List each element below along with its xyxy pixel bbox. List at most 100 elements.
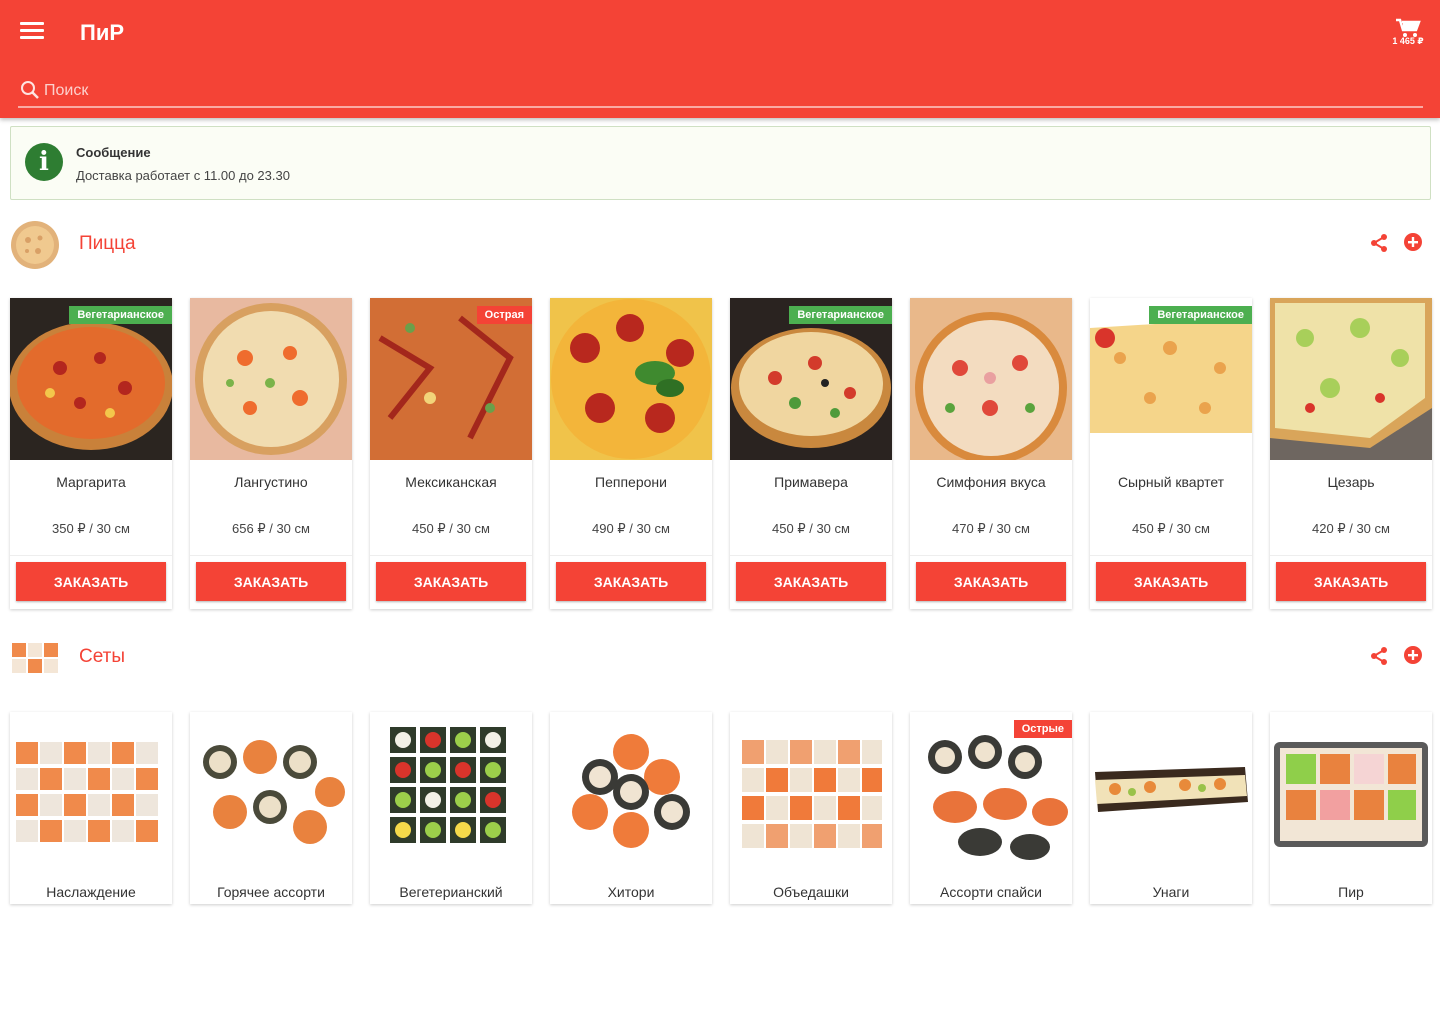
product-name: Цезарь [1327, 474, 1375, 490]
info-message: i Сообщение Доставка работает с 11.00 до… [10, 126, 1431, 200]
product-image: Вегетарианское [10, 298, 172, 460]
badge: Вегетарианское [1149, 306, 1252, 324]
menu-icon[interactable] [20, 22, 44, 42]
product-name: Объедашки [773, 884, 849, 900]
product-image [550, 298, 712, 460]
product-name: Наслаждение [46, 884, 136, 900]
product-card[interactable]: Лангустино 656 ₽ / 30 см ЗАКАЗАТЬ [190, 298, 352, 609]
product-card[interactable]: Цезарь 420 ₽ / 30 см ЗАКАЗАТЬ [1270, 298, 1432, 609]
product-price: 420 ₽ / 30 см [1312, 521, 1390, 536]
product-name: Симфония вкуса [936, 474, 1046, 490]
product-card[interactable]: Пепперони 490 ₽ / 30 см ЗАКАЗАТЬ [550, 298, 712, 609]
order-button[interactable]: ЗАКАЗАТЬ [196, 562, 346, 601]
product-image [10, 712, 172, 872]
order-button[interactable]: ЗАКАЗАТЬ [376, 562, 526, 601]
app-bar: ПиР 1 465 ₽ [0, 0, 1440, 118]
product-image [730, 712, 892, 872]
divider [1270, 555, 1432, 556]
product-name: Ассорти спайси [940, 884, 1042, 900]
cart-total: 1 465 ₽ [1392, 36, 1424, 46]
badge: Вегетарианское [69, 306, 172, 324]
product-image: Острая [370, 298, 532, 460]
product-price: 450 ₽ / 30 см [412, 521, 490, 536]
product-price: 490 ₽ / 30 см [592, 521, 670, 536]
product-price: 450 ₽ / 30 см [1132, 521, 1210, 536]
product-image: Вегетарианское [730, 298, 892, 460]
product-price: 656 ₽ / 30 см [232, 521, 310, 536]
product-image [190, 298, 352, 460]
product-card[interactable]: Горячее ассорти [190, 712, 352, 904]
product-card[interactable]: Вегетарианское Примавера 450 ₽ / 30 см З… [730, 298, 892, 609]
product-image: Острые [910, 712, 1072, 872]
order-button[interactable]: ЗАКАЗАТЬ [916, 562, 1066, 601]
product-name: Мексиканская [405, 474, 497, 490]
product-name: Маргарита [56, 474, 126, 490]
product-card[interactable]: Вегетерианский [370, 712, 532, 904]
message-title: Сообщение [76, 145, 151, 160]
product-card[interactable]: Вегетарианское Сырный квартет 450 ₽ / 30… [1090, 298, 1252, 609]
divider [1090, 555, 1252, 556]
product-card[interactable]: Хитори [550, 712, 712, 904]
search-input[interactable] [44, 78, 1414, 104]
product-name: Сырный квартет [1117, 474, 1225, 490]
search-icon [21, 81, 39, 99]
product-name: Вегетерианский [399, 884, 503, 900]
product-price: 350 ₽ / 30 см [52, 521, 130, 536]
section-header-pizza: Пицца [0, 216, 1440, 272]
order-button[interactable]: ЗАКАЗАТЬ [16, 562, 166, 601]
order-button[interactable]: ЗАКАЗАТЬ [1276, 562, 1426, 601]
product-image [1270, 298, 1432, 460]
product-card[interactable]: Наслаждение [10, 712, 172, 904]
section-title: Пицца [79, 233, 136, 254]
divider [370, 555, 532, 556]
product-card[interactable]: Унаги [1090, 712, 1252, 904]
section-header-sets: Сеты [0, 629, 1440, 685]
product-card[interactable]: Острая Мексиканская 450 ₽ / 30 см ЗАКАЗА… [370, 298, 532, 609]
order-button[interactable]: ЗАКАЗАТЬ [556, 562, 706, 601]
product-card[interactable]: Острые Ассорти спайси [910, 712, 1072, 904]
product-card[interactable]: Объедашки [730, 712, 892, 904]
product-card[interactable]: Вегетарианское Маргарита 350 ₽ / 30 см З… [10, 298, 172, 609]
product-image [1270, 712, 1432, 872]
product-name: Пир [1338, 884, 1364, 900]
product-card[interactable]: Пир [1270, 712, 1432, 904]
info-icon: i [25, 143, 63, 181]
badge: Вегетарианское [789, 306, 892, 324]
order-button[interactable]: ЗАКАЗАТЬ [1096, 562, 1246, 601]
pizza-list: Вегетарианское Маргарита 350 ₽ / 30 см З… [10, 298, 1440, 610]
cart-icon [1396, 18, 1421, 37]
add-circle-icon[interactable] [1402, 644, 1424, 666]
share-icon[interactable] [1368, 232, 1390, 254]
product-name: Хитори [607, 884, 655, 900]
product-name: Унаги [1152, 884, 1190, 900]
pizza-category-image [10, 220, 60, 270]
order-button[interactable]: ЗАКАЗАТЬ [736, 562, 886, 601]
add-circle-icon[interactable] [1402, 231, 1424, 253]
sets-category-image [10, 633, 60, 683]
product-price: 470 ₽ / 30 см [952, 521, 1030, 536]
divider [730, 555, 892, 556]
product-image [370, 712, 532, 872]
search-bar[interactable] [18, 78, 1423, 108]
share-icon[interactable] [1368, 645, 1390, 667]
product-image [550, 712, 712, 872]
divider [190, 555, 352, 556]
section-title: Сеты [79, 646, 126, 667]
product-name: Пепперони [595, 474, 667, 490]
badge: Острая [476, 306, 532, 324]
badge: Острые [1013, 720, 1072, 738]
product-name: Горячее ассорти [217, 884, 325, 900]
product-image [190, 712, 352, 872]
divider [910, 555, 1072, 556]
product-name: Лангустино [234, 474, 308, 490]
sets-list: Наслаждение Горячее ассорти Вегетерианск… [10, 712, 1440, 1024]
app-title: ПиР [80, 20, 125, 45]
divider [550, 555, 712, 556]
cart-button[interactable]: 1 465 ₽ [1388, 18, 1428, 54]
message-text: Доставка работает с 11.00 до 23.30 [76, 168, 290, 183]
product-card[interactable]: Симфония вкуса 470 ₽ / 30 см ЗАКАЗАТЬ [910, 298, 1072, 609]
product-name: Примавера [774, 474, 848, 490]
product-image [910, 298, 1072, 460]
product-image [1090, 712, 1252, 872]
product-image: Вегетарианское [1090, 298, 1252, 460]
